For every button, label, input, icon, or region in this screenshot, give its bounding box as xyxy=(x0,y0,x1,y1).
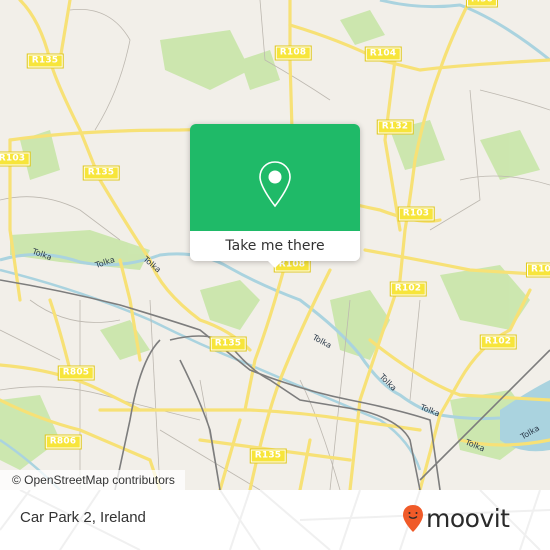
road-label: R135 xyxy=(82,165,120,181)
road-label: R108 xyxy=(274,45,312,61)
take-me-there-popup[interactable]: Take me there xyxy=(190,124,360,268)
map[interactable]: R135 R108 R104 R132 R103 R135 R103 R108 … xyxy=(0,0,550,490)
road-label: R104 xyxy=(364,46,402,62)
popup-header[interactable] xyxy=(190,124,360,231)
footer: Car Park 2, Ireland moovit xyxy=(0,490,550,550)
map-pin-icon xyxy=(259,161,291,208)
road-label: R132 xyxy=(376,119,414,135)
popup-pointer xyxy=(268,261,282,268)
road-label: R135 xyxy=(209,336,247,352)
road-label: R135 xyxy=(249,448,287,464)
road-label: R103 xyxy=(0,151,31,167)
moovit-pin-icon xyxy=(403,505,423,532)
map-attribution[interactable]: © OpenStreetMap contributors xyxy=(0,470,185,490)
place-name: Car Park 2, Ireland xyxy=(20,509,146,526)
moovit-logo[interactable]: moovit xyxy=(402,504,510,534)
road-label: R806 xyxy=(44,434,82,450)
take-me-there-button[interactable]: Take me there xyxy=(190,231,360,261)
road-label: R102 xyxy=(389,281,427,297)
road-label: R102 xyxy=(479,334,517,350)
moovit-logo-text: moovit xyxy=(426,504,510,533)
road-label: R103 xyxy=(397,206,435,222)
road-label: R805 xyxy=(57,365,95,381)
road-label: R10 xyxy=(525,262,550,278)
road-label: R135 xyxy=(26,53,64,69)
road-label: M50 xyxy=(465,0,499,8)
